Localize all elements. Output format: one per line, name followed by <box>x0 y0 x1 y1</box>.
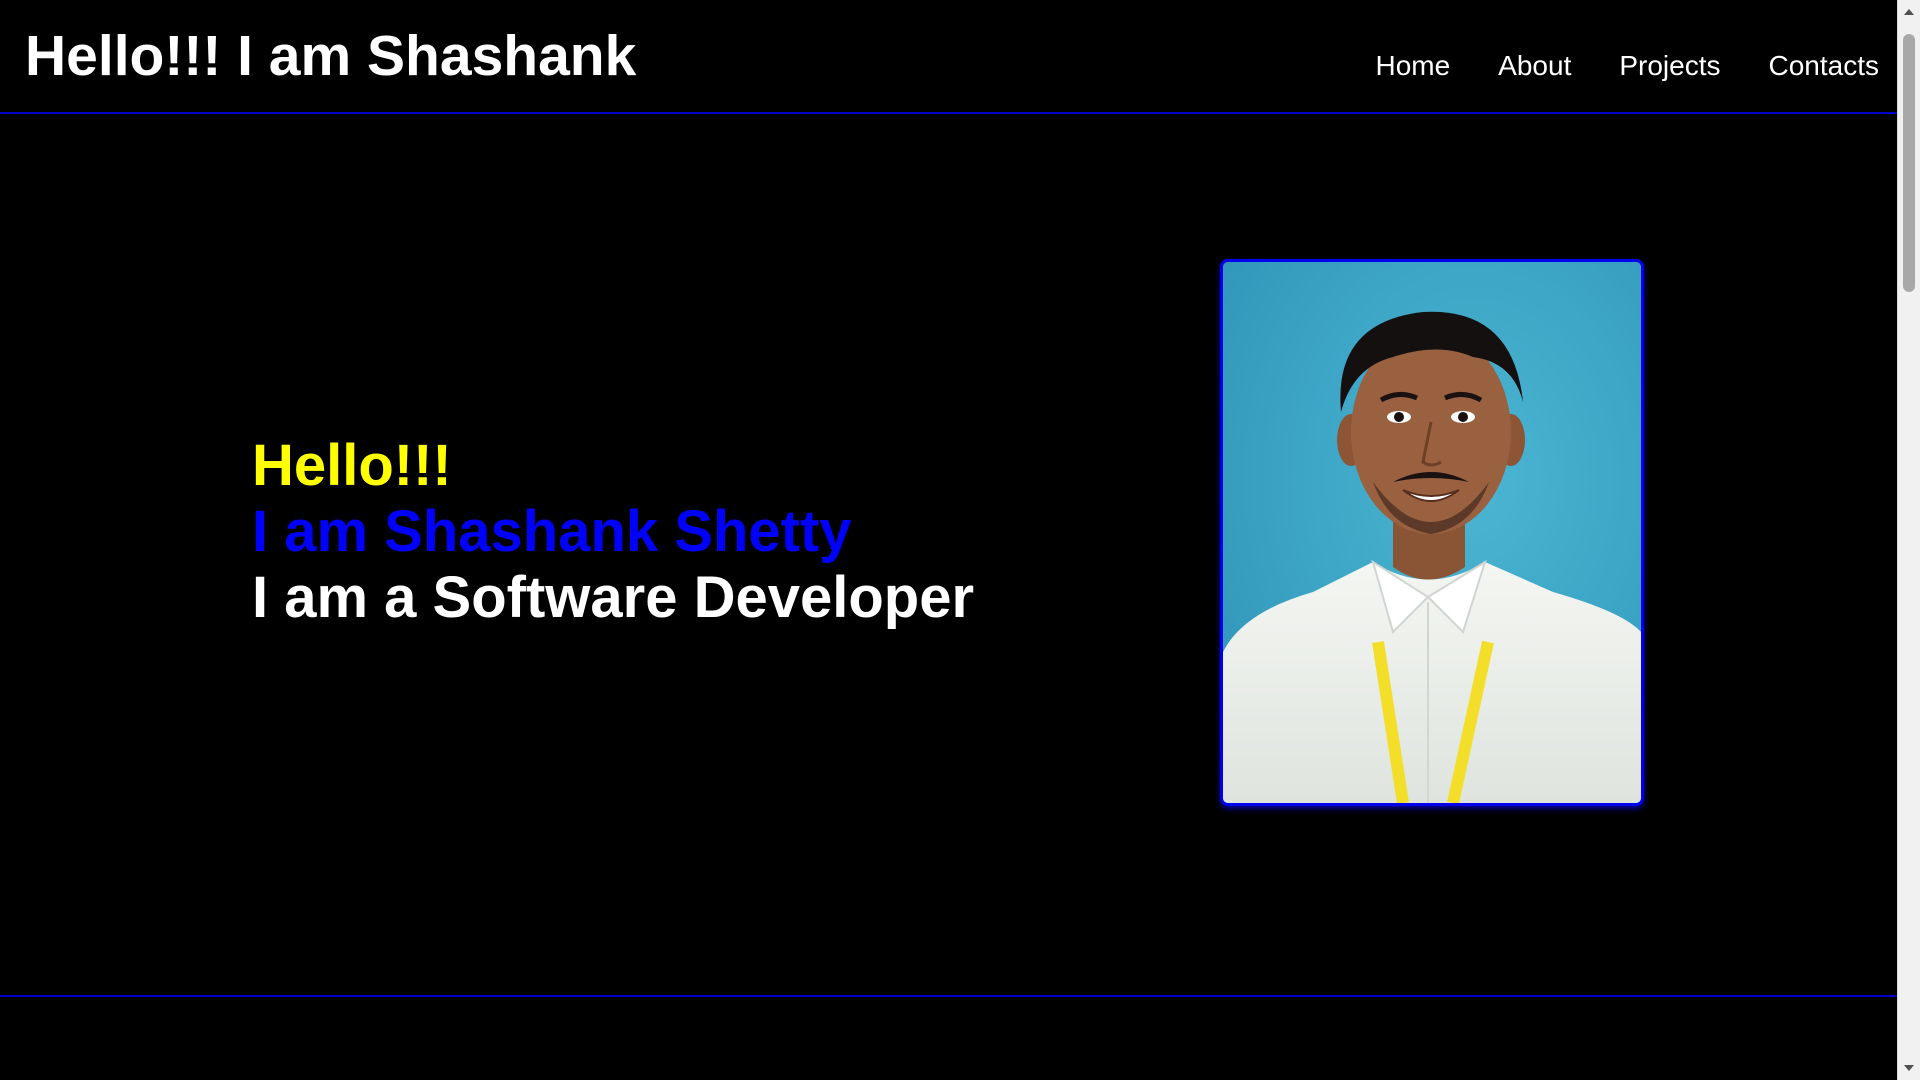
page: Hello!!! I am Shashank Home About Projec… <box>0 0 1897 1080</box>
scrollbar-thumb[interactable] <box>1903 34 1915 292</box>
site-title: Hello!!! I am Shashank <box>25 24 637 88</box>
hero-intro: Hello!!! I am Shashank Shetty I am a Sof… <box>252 433 974 631</box>
hero-name: I am Shashank Shetty <box>252 499 852 564</box>
nav-link-contacts[interactable]: Contacts <box>1769 48 1880 84</box>
hero-role: I am a Software Developer <box>252 565 975 630</box>
site-header: Hello!!! I am Shashank Home About Projec… <box>0 0 1897 114</box>
profile-photo-illustration <box>1223 262 1641 803</box>
main-nav: Home About Projects Contacts <box>1375 48 1879 84</box>
scroll-down-button[interactable] <box>1898 1058 1920 1078</box>
nav-link-projects[interactable]: Projects <box>1619 48 1720 84</box>
triangle-up-icon <box>1904 9 1914 15</box>
vertical-scrollbar[interactable] <box>1897 0 1920 1080</box>
nav-link-home[interactable]: Home <box>1375 48 1450 84</box>
hero-greeting: Hello!!! <box>252 433 452 498</box>
nav-link-about[interactable]: About <box>1498 48 1571 84</box>
profile-photo <box>1220 259 1644 806</box>
scroll-up-button[interactable] <box>1898 2 1920 22</box>
triangle-down-icon <box>1904 1065 1914 1071</box>
section-divider <box>0 995 1897 997</box>
